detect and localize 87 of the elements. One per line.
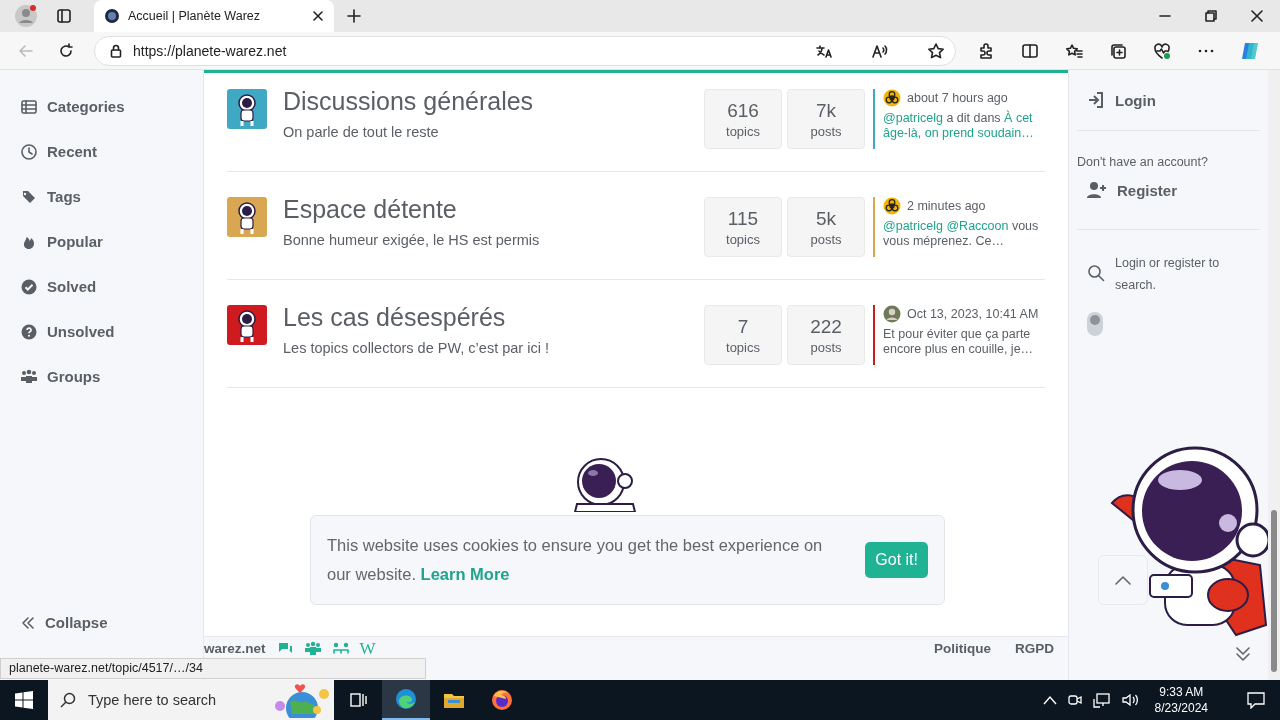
- windows-start-icon[interactable]: [15, 691, 33, 709]
- question-circle-icon: [20, 322, 38, 341]
- refresh-icon[interactable]: [58, 42, 74, 59]
- post-time: about 7 hours ago: [907, 91, 1008, 105]
- translate-icon[interactable]: [815, 42, 833, 59]
- profile-icon[interactable]: [14, 4, 38, 28]
- new-tab-icon[interactable]: [346, 8, 362, 24]
- url-text: https://planete-warez.net: [133, 42, 288, 59]
- check-circle-icon: [20, 277, 38, 296]
- meet-now-icon[interactable]: [1066, 692, 1083, 708]
- notifications-icon[interactable]: [1246, 691, 1266, 709]
- posts-count: 5k posts: [787, 197, 865, 257]
- volume-icon[interactable]: [1120, 692, 1139, 708]
- status-url-tooltip: planete-warez.net/topic/4517/…/34: [0, 658, 426, 679]
- read-aloud-icon[interactable]: [871, 42, 889, 59]
- cookie-message: This website uses cookies to ensure you get the best experience on our website. Learn More: [327, 535, 824, 585]
- toggle-switch[interactable]: [1087, 312, 1103, 336]
- category-description: On parle de tout le reste: [283, 124, 439, 140]
- restore-icon[interactable]: [1205, 10, 1217, 22]
- network-icon[interactable]: [1092, 692, 1111, 708]
- post-teaser[interactable]: @patricelg @Raccoon vous vous méprenez. Ce…: [883, 219, 1045, 249]
- category-description: Les topics collectors de PW, c’est par ici !: [283, 340, 549, 356]
- star-icon[interactable]: [927, 41, 945, 60]
- category-title[interactable]: Espace détente: [283, 195, 457, 224]
- post-teaser[interactable]: Et pour éviter que ça parte encore plus en couille, je…: [883, 327, 1045, 357]
- chevron-up-icon: [1114, 574, 1132, 586]
- scrollbar-thumb[interactable]: [1271, 510, 1277, 672]
- search-icon: [60, 692, 76, 708]
- chevron-up-icon[interactable]: [1042, 695, 1057, 705]
- double-chevron-down-icon[interactable]: [1235, 645, 1251, 663]
- taskbar-search-field[interactable]: Type here to search: [48, 680, 334, 720]
- biohazard-avatar-icon[interactable]: [883, 89, 901, 107]
- posts-count: 222 posts: [787, 305, 865, 365]
- taskbar-clock[interactable]: 9:33 AM 8/23/2024: [1154, 684, 1208, 716]
- astronaut-icon[interactable]: [227, 305, 267, 345]
- sidebar-item[interactable]: Tags: [4, 174, 81, 219]
- table-icon: [20, 97, 38, 116]
- sidebar-item[interactable]: Categories: [4, 84, 125, 129]
- sidebar-item[interactable]: Recent: [4, 129, 98, 174]
- globe-favicon-icon: [104, 8, 120, 24]
- post-teaser[interactable]: @patricelg a dit dans À cet âge-là, on prend soudain…: [883, 111, 1045, 141]
- category-title[interactable]: Les cas désespérés: [283, 303, 506, 332]
- user-avatar-icon[interactable]: [883, 305, 901, 323]
- split-screen-icon[interactable]: [1021, 41, 1039, 60]
- site-name: warez.net: [204, 641, 266, 657]
- health-icon[interactable]: [1153, 41, 1171, 60]
- topics-count: 7 topics: [704, 305, 782, 365]
- collections-icon[interactable]: [1109, 41, 1127, 60]
- browser-tab[interactable]: Accueil | Planète Warez: [94, 0, 334, 32]
- biohazard-avatar-icon[interactable]: [883, 197, 901, 215]
- search-icon: [1087, 264, 1105, 282]
- tab-actions-icon[interactable]: [56, 8, 72, 24]
- sign-in-icon: [1087, 91, 1105, 109]
- astronaut-icon[interactable]: [227, 89, 267, 129]
- post-time: 2 minutes ago: [907, 199, 986, 213]
- double-chevron-left-icon: [20, 614, 36, 631]
- posts-count: 7k posts: [787, 89, 865, 149]
- sidebar-item[interactable]: Popular: [4, 219, 103, 264]
- topics-count: 616 topics: [704, 89, 782, 149]
- post-time: Oct 13, 2023, 10:41 AM: [907, 307, 1039, 321]
- footer-link[interactable]: RGPD: [1015, 641, 1054, 657]
- login-link[interactable]: Login: [1077, 91, 1156, 109]
- register-link[interactable]: Register: [1077, 181, 1178, 199]
- close-icon[interactable]: [1251, 10, 1263, 22]
- sidebar-item[interactable]: Unsolved: [4, 309, 115, 354]
- favorites-icon[interactable]: [1065, 41, 1083, 60]
- clock-icon: [20, 142, 38, 161]
- users-icon: [20, 367, 38, 386]
- firefox-icon[interactable]: [490, 688, 514, 712]
- sidebar-item[interactable]: Solved: [4, 264, 97, 309]
- task-view-icon[interactable]: [349, 691, 367, 709]
- sidebar-item[interactable]: Groups: [4, 354, 101, 399]
- user-plus-icon: [1087, 181, 1107, 199]
- close-icon[interactable]: [312, 10, 324, 22]
- edge-browser-icon[interactable]: [394, 687, 418, 711]
- lock-icon: [109, 43, 123, 58]
- astronaut-icon[interactable]: [227, 197, 267, 237]
- category-description: Bonne humeur exigée, le HS est permis: [283, 232, 540, 248]
- address-bar[interactable]: https://planete-warez.net: [94, 35, 956, 66]
- search-hint: Login or register to search.: [1115, 255, 1221, 294]
- account-prompt: Don't have an account?: [1077, 155, 1209, 169]
- topics-count: 115 topics: [704, 197, 782, 257]
- tab-title: Accueil | Planète Warez: [128, 9, 261, 23]
- footer-link[interactable]: Politique: [934, 641, 991, 657]
- category-title[interactable]: Discussions générales: [283, 87, 534, 116]
- collapse-button[interactable]: Collapse: [4, 600, 108, 645]
- extensions-icon[interactable]: [977, 41, 995, 60]
